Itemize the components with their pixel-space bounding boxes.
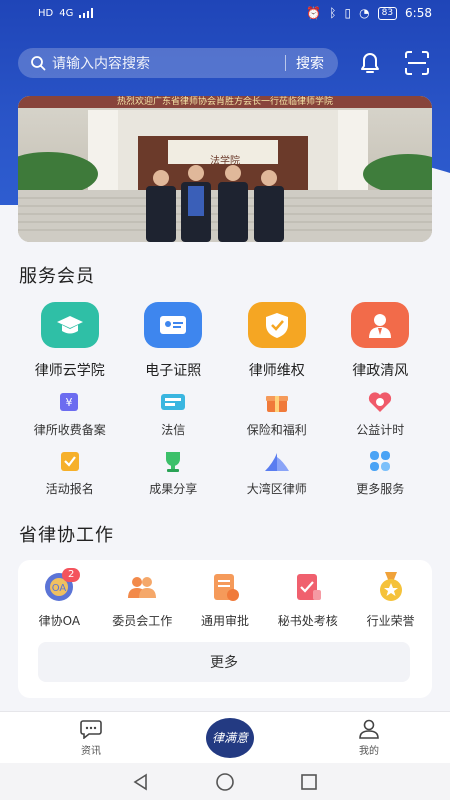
search-button[interactable]: 搜索	[296, 53, 324, 73]
service-achievement-share[interactable]: 成果分享	[122, 448, 226, 497]
app-logo-text: 律满意	[211, 731, 248, 745]
service-pro-bono-timer[interactable]: 公益计时	[329, 389, 433, 438]
service-label: 电子证照	[145, 363, 202, 379]
alarm-icon: ⏰	[306, 6, 322, 20]
faxin-icon	[159, 389, 187, 415]
service-section-title: 服务会员	[19, 266, 95, 287]
banner-image[interactable]: 热烈欢迎广东省律师协会肖胜方会长一行莅临律师学院 法学院	[18, 96, 432, 242]
service-faxin[interactable]: 法信	[122, 389, 226, 438]
medal-icon	[374, 570, 408, 604]
chat-bubble-icon	[80, 719, 102, 739]
banner-building-sign: 法学院	[210, 156, 240, 167]
service-lawyer-rights[interactable]: 律师维权	[225, 302, 329, 380]
tab-mine-label: 我的	[359, 745, 379, 757]
bluetooth-icon: ᛒ	[329, 6, 337, 20]
secondary-services-row-2: 活动报名 成果分享 大湾区律师 更多服务	[18, 448, 432, 497]
tab-mine[interactable]: 我的	[358, 719, 380, 757]
system-nav-bar	[0, 763, 450, 800]
service-label: 律师云学院	[34, 363, 105, 379]
signal-icon	[79, 8, 94, 18]
tab-news-label: 资讯	[81, 745, 101, 757]
work-label: 委员会工作	[112, 614, 173, 628]
work-item-oa[interactable]: OA 2 律协OA	[18, 568, 101, 629]
service-label: 公益计时	[356, 423, 405, 437]
recents-nav-icon[interactable]	[300, 773, 318, 791]
service-label: 大湾区律师	[246, 482, 307, 496]
home-nav-icon[interactable]	[215, 772, 235, 792]
search-divider	[285, 55, 286, 71]
battery-indicator: 83	[377, 6, 398, 20]
status-bar: HD 4G ⏰ ᛒ ▯ ◔ 83 6:58	[0, 0, 450, 26]
work-item-honor[interactable]: 行业荣誉	[349, 570, 432, 629]
app-logo-button[interactable]: 律满意	[206, 717, 254, 758]
work-items: OA 2 律协OA 委员会工作 通用审批 秘书处考核 行业荣誉	[18, 568, 432, 629]
network-indicator: 4G	[59, 7, 74, 19]
service-bay-area-lawyer[interactable]: 大湾区律师	[225, 448, 329, 497]
status-left: HD 4G	[38, 7, 94, 19]
trophy-icon	[159, 448, 187, 474]
service-label: 律所收费备案	[33, 423, 106, 437]
lawyer-person-icon	[351, 302, 410, 348]
service-cloud-academy[interactable]: 律师云学院	[18, 302, 122, 380]
service-label: 律师维权	[248, 363, 305, 379]
status-time: 6:58	[405, 6, 432, 20]
user-icon	[359, 719, 379, 739]
service-label: 成果分享	[149, 482, 198, 496]
oa-badge: 2	[62, 568, 81, 582]
banner-photo	[18, 96, 432, 242]
id-card-icon	[144, 302, 203, 348]
secondary-services-row-1: ¥ 律所收费备案 法信 保险和福利 公益计时	[18, 389, 432, 438]
more-grid-icon	[366, 448, 394, 474]
scan-icon[interactable]	[404, 50, 430, 76]
service-clean-governance[interactable]: 律政清风	[329, 302, 433, 380]
service-label: 律政清风	[352, 363, 409, 379]
committee-icon	[125, 570, 159, 604]
speed-icon: ◔	[359, 6, 370, 20]
fee-record-icon: ¥	[56, 389, 84, 415]
primary-services: 律师云学院 电子证照 律师维权 律政清风	[18, 302, 432, 380]
graduation-cap-icon	[40, 302, 99, 348]
service-label: 更多服务	[356, 482, 405, 496]
vibrate-icon: ▯	[344, 6, 352, 20]
status-right: ⏰ ᛒ ▯ ◔ 83 6:58	[306, 6, 432, 20]
service-more[interactable]: 更多服务	[329, 448, 433, 497]
work-label: 通用审批	[200, 614, 249, 628]
svg-text:OA: OA	[52, 583, 67, 594]
search-icon	[31, 56, 46, 71]
assessment-icon	[291, 570, 325, 604]
shield-check-icon	[247, 302, 306, 348]
service-event-signup[interactable]: 活动报名	[18, 448, 122, 497]
work-label: 秘书处考核	[277, 614, 338, 628]
work-item-assessment[interactable]: 秘书处考核	[266, 570, 349, 629]
svg-text:¥: ¥	[65, 396, 72, 409]
service-insurance[interactable]: 保险和福利	[225, 389, 329, 438]
heart-clock-icon	[366, 389, 394, 415]
work-item-committee[interactable]: 委员会工作	[101, 570, 184, 629]
work-item-approval[interactable]: 通用审批	[184, 570, 267, 629]
search-placeholder: 请输入内容搜索	[52, 56, 150, 72]
signup-icon	[56, 448, 84, 474]
search-input[interactable]: 请输入内容搜索 搜索	[18, 48, 338, 78]
service-e-license[interactable]: 电子证照	[122, 302, 226, 380]
work-label: 律协OA	[38, 614, 81, 628]
service-label: 法信	[161, 423, 186, 437]
bottom-tab-bar: 资讯 律满意 我的	[0, 711, 450, 763]
banner-caption: 热烈欢迎广东省律师协会肖胜方会长一行莅临律师学院	[116, 97, 333, 107]
approval-icon	[208, 570, 242, 604]
tab-news[interactable]: 资讯	[80, 719, 102, 757]
more-button[interactable]: 更多	[38, 642, 410, 682]
service-fee-record[interactable]: ¥ 律所收费备案	[18, 389, 122, 438]
work-card: OA 2 律协OA 委员会工作 通用审批 秘书处考核 行业荣誉 更多	[18, 560, 432, 698]
bay-area-icon	[263, 448, 291, 474]
work-section-title: 省律协工作	[19, 525, 114, 546]
service-label: 保险和福利	[246, 423, 307, 437]
hd-indicator: HD	[38, 7, 54, 19]
service-label: 活动报名	[45, 482, 94, 496]
gift-icon	[263, 389, 291, 415]
work-label: 行业荣誉	[366, 614, 415, 628]
back-nav-icon[interactable]	[132, 773, 150, 791]
bell-icon[interactable]	[357, 50, 383, 76]
